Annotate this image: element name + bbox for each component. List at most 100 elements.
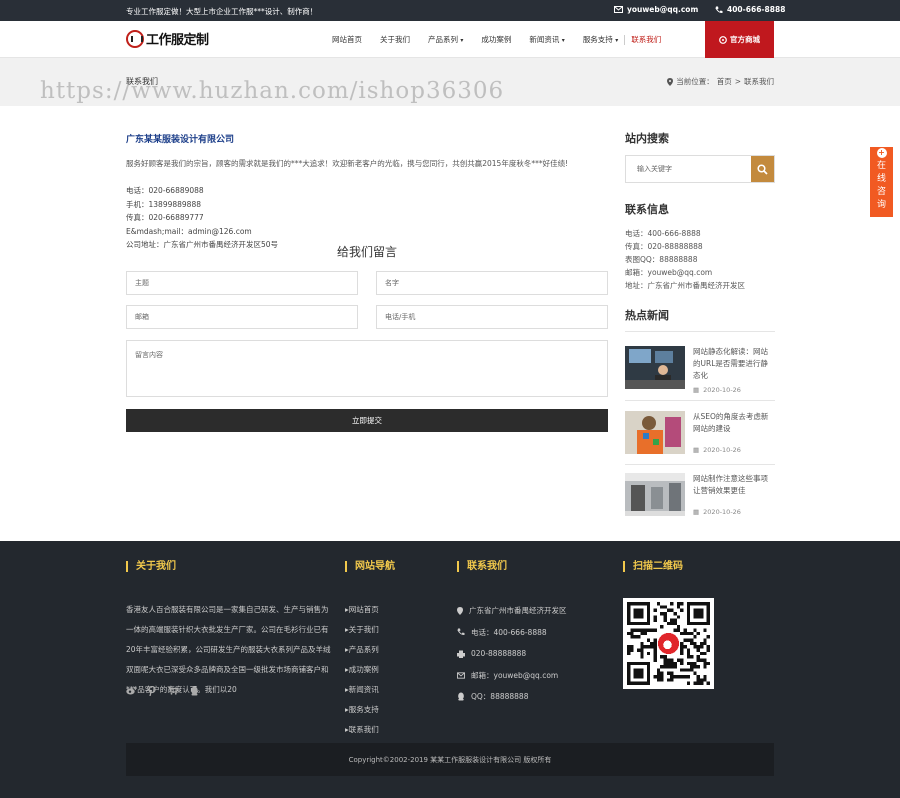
social-links — [126, 686, 199, 696]
weibo-icon[interactable] — [126, 686, 136, 695]
search-input[interactable]: 输入关键字 — [626, 156, 751, 182]
footer-contact-address: 广东省广州市番禺经济开发区 — [457, 600, 567, 622]
top-bar-message: 专业工作服定做！大型上市企业工作服***设计、制作商！ — [126, 7, 318, 16]
footer-nav-item[interactable]: ▸成功案例 — [345, 660, 379, 680]
search-button[interactable] — [751, 156, 774, 182]
footer-nav-title: 网站导航 — [345, 561, 395, 572]
footer-contact-title: 联系我们 — [457, 561, 507, 572]
nav-item-support[interactable]: 服务支持 ▾ — [583, 34, 618, 45]
calendar-icon: ▦ — [693, 446, 700, 454]
consult-char: 在 — [876, 161, 886, 171]
phone-icon — [457, 628, 465, 636]
nav-divider — [624, 34, 626, 45]
footer-contact-phone: 电话：400-666-8888 — [457, 622, 567, 644]
official-store-label: 官方商城 — [730, 35, 760, 44]
message-textarea[interactable]: 留言内容 — [126, 340, 608, 397]
contact-phone: 电话：020-66889088 — [126, 186, 204, 195]
qq-icon — [458, 692, 464, 701]
copyright-bar: Copyright©2002-2019 某某工作服服装设计有限公司 版权所有 — [126, 743, 774, 776]
consult-char: 询 — [876, 200, 886, 210]
plus-icon: + — [876, 148, 887, 158]
divider — [625, 400, 775, 401]
site-logo[interactable]: 工作服定制 — [126, 29, 209, 48]
news-item[interactable]: 网站静态化解读：网站的URL是否需要进行静态化 ▦ 2020-10-26 — [625, 346, 775, 394]
nav-item-about[interactable]: 关于我们 — [380, 34, 410, 45]
breadcrumb-current[interactable]: 联系我们 — [744, 76, 774, 87]
breadcrumb-separator: > — [734, 77, 741, 86]
sidebar-search-title: 站内搜索 — [625, 132, 669, 145]
news-title[interactable]: 网站静态化解读：网站的URL是否需要进行静态化 — [693, 346, 775, 382]
footer-contact-list: 广东省广州市番禺经济开发区 电话：400-666-8888 020-888888… — [457, 600, 567, 708]
contact-email: E&mdash;mail：admin@126.com — [126, 226, 252, 236]
top-bar-email[interactable]: youweb@qq.com — [614, 5, 698, 14]
caret-down-icon: ▾ — [561, 37, 565, 44]
contact-mobile: 手机：13899889888 — [126, 199, 201, 209]
company-name: 广东某某服装设计有限公司 — [126, 135, 235, 145]
footer-nav-item[interactable]: ▸联系我们 — [345, 720, 379, 740]
footer-nav-item[interactable]: ▸产品系列 — [345, 640, 379, 660]
top-bar: 专业工作服定做！大型上市企业工作服***设计、制作商！ youweb@qq.co… — [0, 0, 900, 21]
footer-contact-qq: QQ：88888888 — [457, 686, 567, 708]
copyright-text: Copyright©2002-2019 某某工作服服装设计有限公司 版权所有 — [348, 755, 552, 764]
footer-contact-fax: 020-88888888 — [457, 643, 567, 665]
site-header: 工作服定制 网站首页 关于我们 产品系列 ▾ 成功案例 新闻资讯 ▾ 服务支持 … — [0, 21, 900, 58]
footer-about-text: 香港友人百合服装有限公司是一家集自己研发、生产与销售为一体的高端服装针织大衣批发… — [126, 605, 331, 694]
phone-input[interactable]: 电话/手机 — [376, 305, 608, 329]
envelope-icon — [457, 672, 465, 679]
company-intro: 服务好顾客是我们的宗旨，顾客的需求就是我们的***大追求！欢迎新老客户的光临，携… — [126, 159, 569, 168]
news-thumbnail — [625, 473, 685, 516]
nav-item-products[interactable]: 产品系列 ▾ — [428, 34, 463, 45]
printer-icon — [457, 650, 465, 658]
calendar-icon: ▦ — [693, 508, 700, 516]
subject-input[interactable]: 主题 — [126, 271, 358, 295]
consult-char: 线 — [876, 174, 886, 184]
sidebar-qq: 表图QQ：88888888 — [625, 255, 698, 264]
contact-details: 电话：020-66889088 手机：13899889888 传真：020-66… — [126, 184, 278, 252]
nav-item-contact[interactable]: 联系我们 — [631, 34, 661, 45]
search-icon — [757, 163, 768, 175]
footer-nav-item[interactable]: ▸网站首页 — [345, 600, 379, 620]
top-bar-email-text: youweb@qq.com — [627, 5, 699, 14]
qq-icon[interactable] — [190, 686, 199, 696]
footer-nav-item[interactable]: ▸服务支持 — [345, 700, 379, 720]
news-item[interactable]: 从SEO的角度去考虑新网站的建设 ▦ 2020-10-26 — [625, 411, 775, 455]
footer-nav-item[interactable]: ▸新闻资讯 — [345, 680, 379, 700]
caret-down-icon: ▾ — [460, 37, 464, 44]
footer-nav-list: ▸网站首页 ▸关于我们 ▸产品系列 ▸成功案例 ▸新闻资讯 ▸服务支持 ▸联系我… — [345, 600, 379, 740]
breadcrumb: 当前位置： 首页 > 联系我们 — [667, 76, 774, 87]
nav-item-cases[interactable]: 成功案例 — [481, 34, 511, 45]
nav-item-news[interactable]: 新闻资讯 ▾ — [529, 34, 564, 45]
name-input[interactable]: 名字 — [376, 271, 608, 295]
news-item[interactable]: 网站制作注意这些事项让营销效果更佳 ▦ 2020-10-26 — [625, 473, 775, 517]
online-consult-tab[interactable]: + 在 线 咨 询 — [870, 147, 893, 217]
official-store-button[interactable]: 官方商城 — [705, 21, 774, 58]
breadcrumb-home[interactable]: 首页 — [717, 76, 732, 87]
sidebar-info-title: 联系信息 — [625, 203, 669, 216]
sidebar-phone: 电话：400-666-8888 — [625, 229, 701, 238]
pinterest-icon[interactable] — [148, 686, 156, 696]
news-date: ▦ 2020-10-26 — [693, 386, 741, 394]
footer-qr-title: 扫描二维码 — [623, 561, 683, 572]
calendar-icon: ▦ — [693, 386, 700, 394]
sidebar-news-title: 热点新闻 — [625, 309, 669, 322]
phone-icon — [715, 6, 723, 13]
consult-char: 咨 — [876, 187, 886, 197]
cart-icon[interactable] — [168, 686, 178, 695]
news-title[interactable]: 从SEO的角度去考虑新网站的建设 — [693, 411, 775, 435]
email-input[interactable]: 邮箱 — [126, 305, 358, 329]
divider — [625, 331, 775, 332]
divider — [625, 464, 775, 465]
sidebar-search: 输入关键字 — [625, 155, 775, 183]
top-bar-phone[interactable]: 400-666-8888 — [715, 5, 785, 14]
footer-contact: 联系我们 — [457, 561, 507, 572]
news-title[interactable]: 网站制作注意这些事项让营销效果更佳 — [693, 473, 775, 497]
footer-qr: 扫描二维码 — [623, 561, 683, 572]
nav-item-home[interactable]: 网站首页 — [332, 34, 362, 45]
location-pin-icon — [667, 77, 674, 86]
footer-about: 关于我们 — [126, 561, 176, 572]
shop-icon — [719, 35, 727, 44]
footer-nav-item[interactable]: ▸关于我们 — [345, 620, 379, 640]
submit-button[interactable]: 立即提交 — [126, 409, 608, 432]
news-thumbnail — [625, 346, 685, 389]
footer-contact-email: 邮箱：youweb@qq.com — [457, 665, 567, 687]
